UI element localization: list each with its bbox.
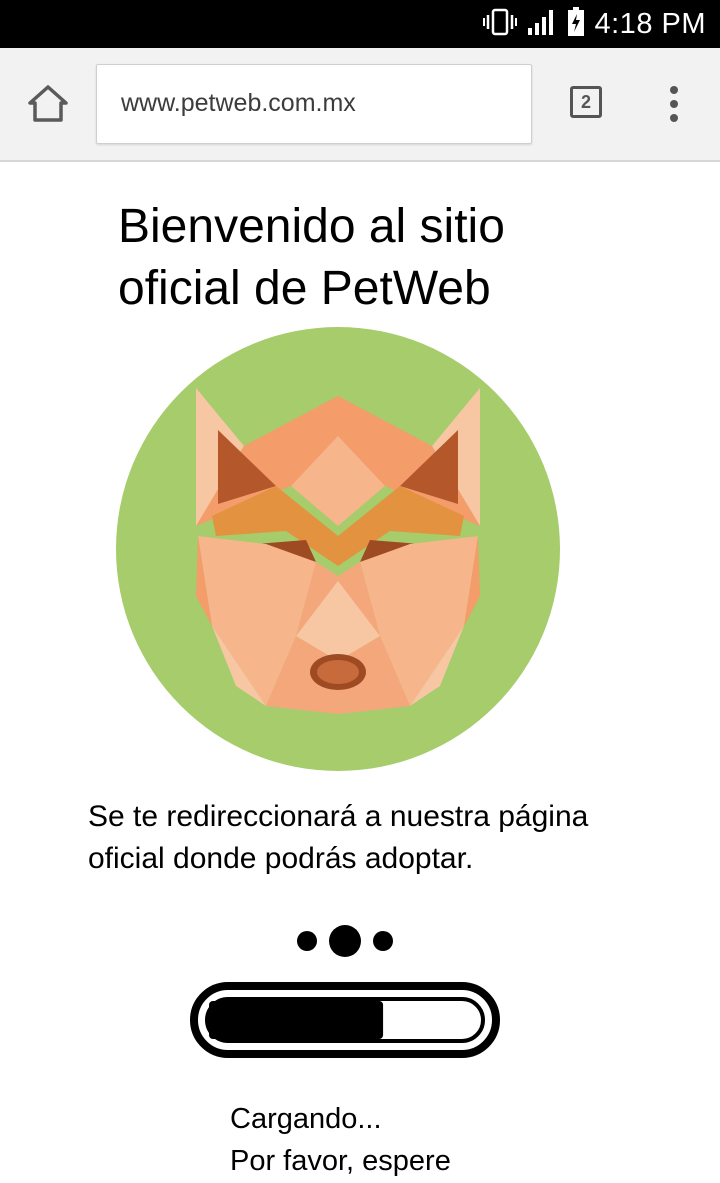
- redirect-line-2: oficial donde podrás adoptar.: [88, 842, 474, 875]
- status-bar: 4:18 PM: [0, 0, 720, 48]
- home-icon: [24, 85, 72, 130]
- loading-dots: [290, 918, 400, 964]
- url-bar[interactable]: www.petweb.com.mx: [96, 64, 532, 144]
- redirect-line-1: Se te redireccionará a nuestra página: [88, 800, 589, 833]
- battery-charging-icon: [567, 7, 585, 41]
- status-icons: 4:18 PM: [482, 0, 707, 48]
- page-title-line-1: Bienvenido al sitio: [118, 200, 505, 253]
- loading-line-2: Por favor, espere: [230, 1145, 451, 1177]
- tab-count: 2: [580, 91, 591, 112]
- overflow-menu-icon: [662, 86, 686, 128]
- signal-icon: [527, 8, 557, 40]
- loading-progress-bar: [190, 982, 500, 1058]
- home-button[interactable]: [24, 82, 72, 126]
- overflow-menu-button[interactable]: [662, 84, 686, 124]
- page-title-line-2: oficial de PetWeb: [118, 262, 491, 315]
- browser-toolbar: www.petweb.com.mx 2: [0, 48, 720, 162]
- vibrate-icon: [482, 8, 517, 40]
- page-title: Bienvenido al sitio oficial de PetWeb: [118, 196, 638, 320]
- loading-line-1: Cargando...: [230, 1103, 382, 1135]
- url-text: www.petweb.com.mx: [121, 89, 356, 117]
- status-time: 4:18 PM: [594, 7, 706, 40]
- redirect-message: Se te redireccionará a nuestra página of…: [88, 796, 688, 880]
- loading-text: Cargando... Por favor, espere: [230, 1098, 451, 1182]
- fox-logo-icon: [116, 326, 560, 772]
- tabs-button[interactable]: 2: [570, 86, 602, 118]
- progress-fill: [209, 1001, 384, 1039]
